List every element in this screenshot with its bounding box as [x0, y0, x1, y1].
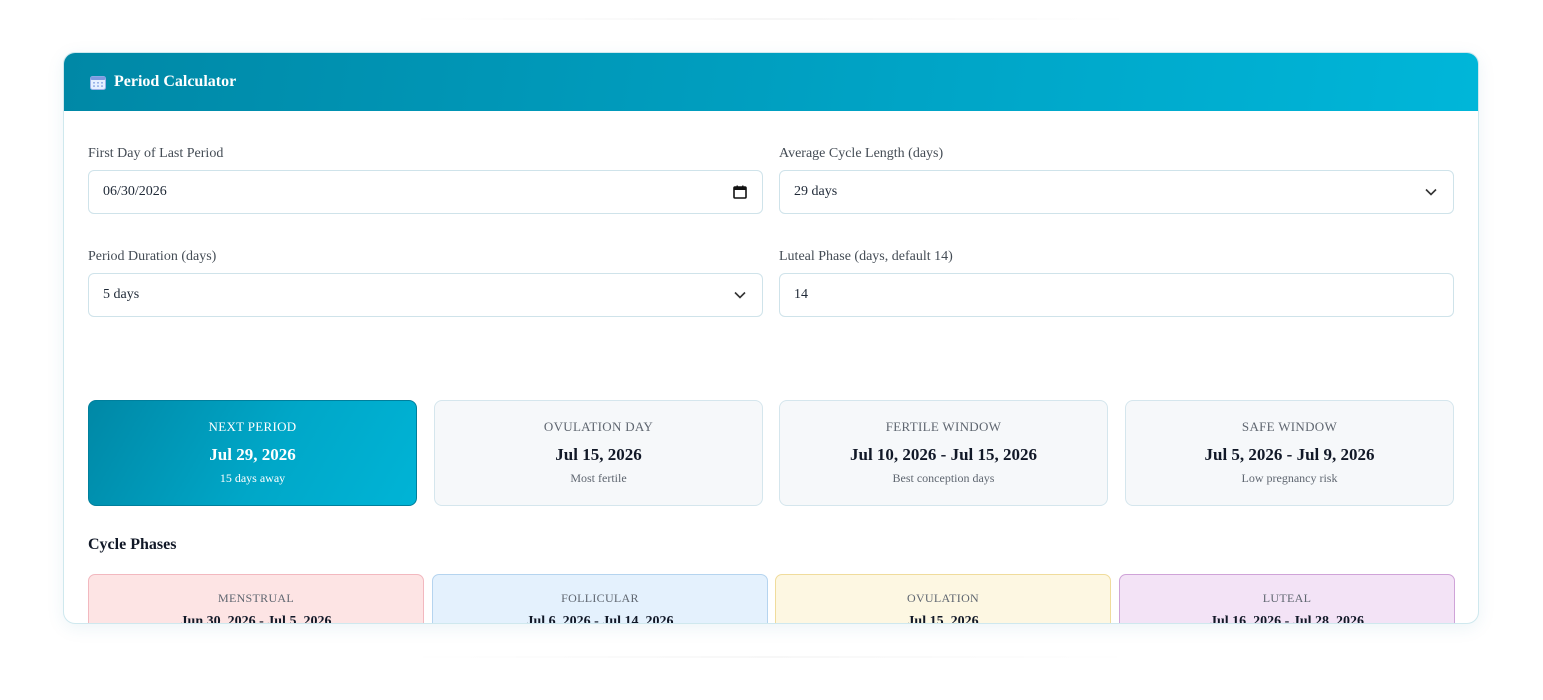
phase-ovulation: OVULATION Jul 15, 2026	[775, 574, 1111, 624]
next-period-sub: 15 days away	[219, 471, 286, 485]
ovulation-day-sub: Most fertile	[570, 471, 627, 485]
safe-window-value: Jul 5, 2026 - Jul 9, 2026	[1204, 445, 1375, 464]
period-duration-select[interactable]: 5 days	[88, 273, 763, 317]
first-day-date-input[interactable]: 06/30/2026	[88, 170, 763, 214]
phase-menstrual: MENSTRUAL Jun 30, 2026 - Jul 5, 2026	[88, 574, 424, 624]
phase-luteal-label: LUTEAL	[1262, 591, 1312, 605]
chevron-down-icon	[732, 287, 748, 303]
phase-follicular-label: FOLLICULAR	[561, 591, 639, 605]
luteal-phase-field: Luteal Phase (days, default 14) 14	[779, 248, 1454, 317]
fertile-window-sub: Best conception days	[892, 471, 995, 485]
first-day-value: 06/30/2026	[103, 184, 167, 199]
period-duration-field: Period Duration (days) 5 days	[88, 248, 763, 317]
bottom-divider	[400, 656, 1140, 658]
first-day-label: First Day of Last Period	[88, 146, 224, 161]
safe-window-label: SAFE WINDOW	[1241, 419, 1338, 434]
ovulation-day-label: OVULATION DAY	[543, 419, 654, 434]
safe-window-sub: Low pregnancy risk	[1241, 471, 1338, 485]
cycle-length-label: Average Cycle Length (days)	[779, 146, 944, 161]
phase-follicular-dates: Jul 6, 2026 - Jul 14, 2026	[526, 614, 674, 624]
phase-follicular: FOLLICULAR Jul 6, 2026 - Jul 14, 2026	[432, 574, 768, 624]
calendar-picker-icon[interactable]	[732, 184, 748, 200]
ovulation-day-value: Jul 15, 2026	[555, 445, 642, 464]
top-divider	[400, 18, 1140, 20]
cycle-length-select[interactable]: 29 days	[779, 170, 1454, 214]
period-calculator-card: Period Calculator First Day of Last Peri…	[63, 52, 1479, 624]
fertile-window-value: Jul 10, 2026 - Jul 15, 2026	[849, 445, 1038, 464]
luteal-phase-value: 14	[794, 287, 808, 302]
phase-ovulation-label: OVULATION	[906, 591, 980, 605]
ovulation-day-card: OVULATION DAY Jul 15, 2026 Most fertile	[434, 400, 763, 506]
phase-menstrual-dates: Jun 30, 2026 - Jul 5, 2026	[180, 614, 332, 624]
cycle-length-value: 29 days	[794, 184, 838, 199]
cycle-phases-title: Cycle Phases	[88, 536, 177, 553]
period-duration-value: 5 days	[103, 287, 140, 302]
phase-luteal-dates: Jul 16, 2026 - Jul 28, 2026	[1209, 614, 1364, 624]
luteal-phase-input[interactable]: 14	[779, 273, 1454, 317]
cycle-length-field: Average Cycle Length (days) 29 days	[779, 145, 1454, 214]
phase-menstrual-label: MENSTRUAL	[217, 591, 295, 605]
phase-luteal: LUTEAL Jul 16, 2026 - Jul 28, 2026	[1119, 574, 1455, 624]
next-period-card: NEXT PERIOD Jul 29, 2026 15 days away	[88, 400, 417, 506]
period-duration-label: Period Duration (days)	[88, 249, 217, 264]
card-header: Period Calculator	[64, 53, 1478, 111]
next-period-label: NEXT PERIOD	[208, 419, 297, 434]
calendar-icon	[90, 75, 106, 90]
fertile-window-card: FERTILE WINDOW Jul 10, 2026 - Jul 15, 20…	[779, 400, 1108, 506]
chevron-down-icon	[1423, 184, 1439, 200]
fertile-window-label: FERTILE WINDOW	[885, 419, 1002, 434]
luteal-phase-label: Luteal Phase (days, default 14)	[779, 249, 953, 264]
card-title: Period Calculator	[114, 73, 237, 90]
safe-window-card: SAFE WINDOW Jul 5, 2026 - Jul 9, 2026 Lo…	[1125, 400, 1454, 506]
phase-ovulation-dates: Jul 15, 2026	[907, 614, 979, 624]
next-period-value: Jul 29, 2026	[209, 445, 296, 464]
first-day-field: First Day of Last Period 06/30/2026	[88, 145, 763, 214]
